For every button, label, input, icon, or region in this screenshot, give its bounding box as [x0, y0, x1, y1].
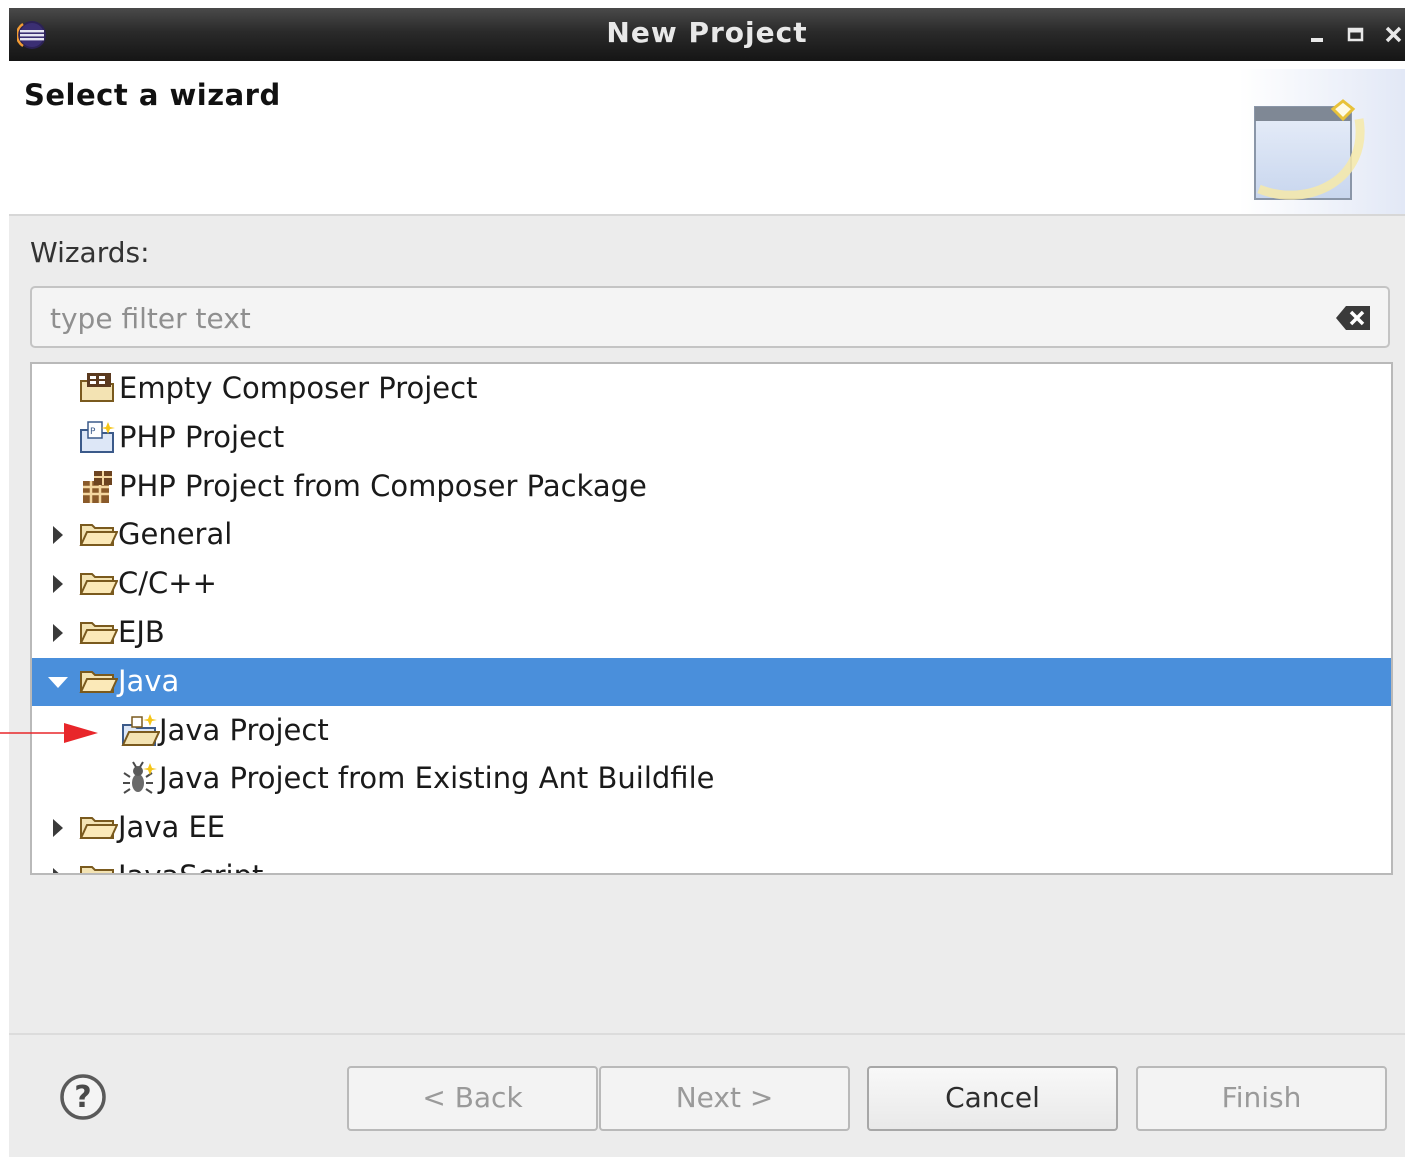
tree-item-label: PHP Project from Composer Package	[119, 468, 647, 503]
collapsed-arrow-icon[interactable]	[46, 816, 70, 840]
annotation-arrow-icon	[0, 723, 98, 743]
folder-icon	[78, 517, 119, 553]
tree-item-empty-composer-project[interactable]: Empty Composer Project	[32, 365, 1391, 413]
wizard-header: Select a wizard	[9, 61, 1405, 216]
tree-item-php-project-from-composer-package[interactable]: PHP Project from Composer Package	[32, 463, 1391, 511]
tree-item-label: C/C++	[118, 566, 217, 601]
finish-button[interactable]: Finish	[1136, 1066, 1387, 1131]
tree-item-label: Java Project from Existing Ant Buildfile	[159, 761, 715, 796]
window-title: New Project	[606, 16, 808, 49]
svg-text:P: P	[90, 427, 96, 437]
cancel-button[interactable]: Cancel	[867, 1066, 1118, 1131]
tree-item-label: Empty Composer Project	[119, 371, 478, 405]
help-icon[interactable]: ?	[58, 1072, 108, 1122]
folder-icon	[78, 810, 119, 846]
back-button[interactable]: < Back	[347, 1066, 598, 1131]
maximize-icon[interactable]	[1343, 21, 1369, 47]
new-wizard-banner-icon	[1239, 69, 1405, 214]
tree-item-php-project[interactable]: P PHP Project	[32, 414, 1391, 462]
collapsed-arrow-icon[interactable]	[46, 621, 70, 645]
folder-icon	[78, 615, 119, 651]
tree-item-java-project[interactable]: Java Project	[32, 707, 1391, 755]
title-bar[interactable]: New Project	[9, 8, 1405, 61]
tree-item-label: EJB	[118, 615, 165, 649]
tree-item-javascript[interactable]: JavaScript	[32, 853, 1391, 873]
expanded-arrow-icon[interactable]	[46, 670, 70, 694]
wizards-label: Wizards:	[30, 236, 150, 269]
page-title: Select a wizard	[24, 78, 281, 112]
composer-package-icon	[78, 469, 118, 505]
tree-item-label: Java EE	[118, 810, 226, 845]
filter-input[interactable]	[48, 297, 1322, 339]
new-project-dialog: New Project Select a wizard Wizards: typ…	[9, 8, 1405, 1157]
folder-icon	[78, 859, 118, 873]
folder-icon	[78, 664, 119, 700]
composer-project-icon	[78, 371, 118, 407]
tree-item-c-c[interactable]: C/C++	[32, 560, 1391, 608]
clear-filter-icon[interactable]	[1334, 304, 1372, 332]
tree-item-java[interactable]: Java	[32, 657, 1391, 706]
tree-item-ejb[interactable]: EJB	[32, 609, 1391, 657]
tree-item-java-ee[interactable]: Java EE	[32, 804, 1391, 852]
next-button[interactable]: Next >	[599, 1066, 850, 1131]
tree-item-label: PHP Project	[119, 419, 285, 454]
tree-item-java-project-from-existing-ant-buildfile[interactable]: Java Project from Existing Ant Buildfile	[32, 755, 1391, 803]
button-bar-separator	[9, 1033, 1405, 1035]
collapsed-arrow-icon[interactable]	[46, 572, 70, 596]
tree-item-label: General	[118, 517, 233, 552]
wizard-tree[interactable]: Empty Composer Project P PHP Project PHP Pr…	[30, 362, 1393, 875]
tree-item-label: Java Project	[159, 712, 329, 747]
filter-field[interactable]	[30, 286, 1390, 348]
java-project-icon	[120, 713, 161, 749]
folder-icon	[78, 566, 119, 602]
collapsed-arrow-icon[interactable]	[46, 523, 70, 547]
svg-text:?: ?	[74, 1080, 91, 1115]
ant-buildfile-icon	[120, 761, 160, 797]
php-project-icon: P	[78, 420, 118, 456]
tree-item-general[interactable]: General	[32, 511, 1391, 559]
tree-item-label: JavaScript	[118, 856, 263, 873]
minimize-icon[interactable]	[1305, 21, 1331, 47]
close-icon[interactable]	[1381, 21, 1405, 47]
collapsed-arrow-icon[interactable]	[46, 865, 70, 873]
tree-item-label: Java	[118, 663, 180, 698]
